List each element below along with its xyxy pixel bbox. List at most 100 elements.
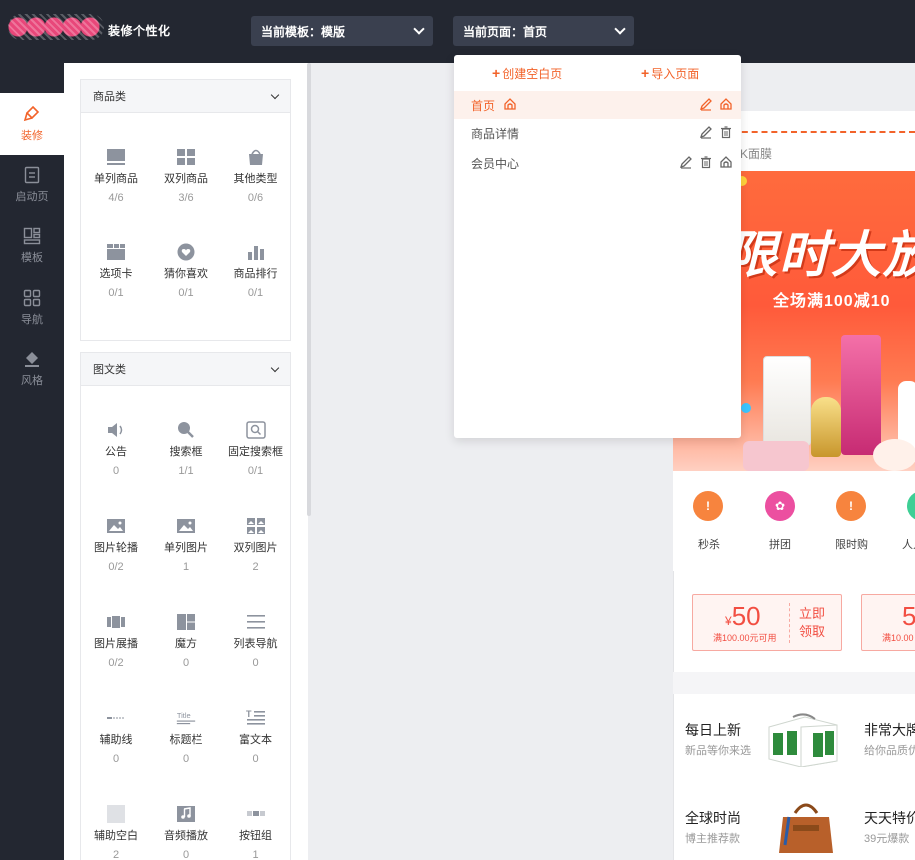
component-count: 0: [182, 753, 190, 765]
component-item[interactable]: 双列商品 3/6: [151, 114, 221, 209]
component-item[interactable]: Title 标题栏 0: [151, 675, 221, 771]
rich-text-icon: T: [246, 709, 266, 727]
group-header[interactable]: 商品类: [81, 80, 290, 113]
component-count: 0: [182, 657, 190, 669]
component-item[interactable]: 辅助空白 2: [81, 771, 151, 860]
nav-item-style[interactable]: 风格: [0, 338, 64, 400]
component-item[interactable]: 图片展播 0/2: [81, 579, 151, 675]
template-dropdown-label: 当前模板：模版: [261, 24, 346, 39]
page-dropdown-label: 当前页面：首页: [463, 24, 548, 39]
feature-subtitle: 给你品质优: [864, 745, 915, 757]
edit-icon[interactable]: [679, 155, 693, 172]
shortcut-label: 拼团: [769, 539, 791, 551]
svg-text:Title: Title: [177, 711, 191, 720]
preview-search-hint[interactable]: K面膜: [740, 145, 772, 162]
nav-item-launch[interactable]: 启动页: [0, 154, 64, 216]
component-item[interactable]: 商品排行 0/1: [221, 209, 290, 304]
carousel-icon: [106, 517, 126, 535]
component-item[interactable]: 辅助线 0: [81, 675, 151, 771]
component-item[interactable]: 双列图片 2: [221, 483, 290, 579]
flash-sale-icon[interactable]: !: [693, 491, 723, 521]
set-home-icon[interactable]: [719, 97, 733, 114]
page-row-home[interactable]: 首页: [454, 91, 741, 119]
single-column-goods-icon: [106, 148, 126, 166]
create-blank-page-label: 创建空白页: [502, 67, 563, 81]
feature-subtitle: 39元爆款: [864, 833, 910, 845]
component-label: 单列商品: [94, 173, 138, 185]
edit-icon[interactable]: [699, 97, 713, 114]
blank-icon: [106, 805, 126, 823]
double-column-goods-icon: [176, 148, 196, 166]
everyone-icon[interactable]: [907, 491, 915, 521]
component-item[interactable]: 单列商品 4/6: [81, 114, 151, 209]
site-title: 装修个性化: [108, 24, 171, 38]
component-item[interactable]: 猜你喜欢 0/1: [151, 209, 221, 304]
coupon-card[interactable]: ¥50 满100.00元可用 立即领取: [692, 594, 842, 651]
component-item[interactable]: 列表导航 0: [221, 579, 290, 675]
nav-item-decorate[interactable]: 装修: [0, 93, 64, 155]
feature-title[interactable]: 非常大牌: [864, 720, 915, 740]
component-item[interactable]: 按钮组 1: [221, 771, 290, 860]
feature-title[interactable]: 天天特价: [864, 808, 915, 828]
component-item[interactable]: 选项卡 0/1: [81, 209, 151, 304]
group-header[interactable]: 图文类: [81, 353, 290, 386]
group-buy-icon[interactable]: ✿: [765, 491, 795, 521]
component-count: 2: [112, 849, 120, 860]
product-box-image: [763, 356, 811, 446]
coupon-card[interactable]: 5 满10.00: [861, 594, 915, 651]
graphic-text-group: 图文类 公告 0 搜索框 1/1 固定搜索框 0/1 图片轮播 0/2 单列图片 1 双列图片 2 图片…: [80, 352, 291, 860]
coupon-take-button[interactable]: 立即领取: [797, 605, 827, 641]
component-label: 按钮组: [239, 830, 272, 842]
shortcut-label: 秒杀: [698, 539, 720, 551]
shortcut-label: 限时购: [835, 539, 868, 551]
component-item[interactable]: 图片轮播 0/2: [81, 483, 151, 579]
feature-subtitle: 博主推荐款: [685, 833, 740, 845]
component-item[interactable]: 魔方 0: [151, 579, 221, 675]
component-count: 0/2: [108, 657, 124, 669]
coupon-amount: ¥50: [725, 601, 761, 632]
component-item[interactable]: T 富文本 0: [221, 675, 290, 771]
component-item[interactable]: 固定搜索框 0/1: [221, 387, 290, 483]
search-icon: [176, 421, 196, 439]
component-item[interactable]: 其他类型 0/6: [221, 114, 290, 209]
template-dropdown[interactable]: 当前模板：模版: [251, 16, 433, 46]
component-count: 1/1: [178, 465, 194, 477]
component-item[interactable]: 音频播放 0: [151, 771, 221, 860]
button-group-icon: [246, 805, 266, 823]
import-page-button[interactable]: + 导入页面: [641, 65, 699, 82]
feature-title[interactable]: 每日上新: [685, 720, 741, 740]
coupon-currency: ¥: [725, 614, 732, 628]
component-label: 商品排行: [233, 268, 278, 280]
component-count: 2: [252, 561, 259, 573]
feature-title[interactable]: 全球时尚: [685, 808, 741, 828]
delete-icon[interactable]: [699, 155, 713, 172]
component-count: 0/6: [247, 192, 264, 204]
nav-item-navigation[interactable]: 导航: [0, 277, 64, 339]
component-label: 公告: [105, 446, 127, 458]
feature-subtitle: 新品等你来选: [685, 745, 751, 757]
component-item[interactable]: 单列图片 1: [151, 483, 221, 579]
page-row-detail[interactable]: 商品详情: [454, 119, 741, 147]
limited-buy-icon[interactable]: !: [836, 491, 866, 521]
set-home-icon[interactable]: [719, 155, 733, 172]
component-label: 选项卡: [99, 268, 133, 280]
cube-icon: [176, 613, 196, 631]
component-label: 双列商品: [164, 173, 208, 185]
page-row-member[interactable]: 会员中心: [454, 149, 741, 177]
create-blank-page-button[interactable]: + 创建空白页: [492, 65, 562, 82]
chevron-down-icon: [413, 23, 425, 35]
decor-dot: [741, 403, 751, 413]
music-icon: [176, 805, 196, 823]
fixed-search-icon: [245, 421, 266, 439]
image-showcase-icon: [106, 613, 126, 631]
nav-label: 装修: [21, 130, 43, 142]
title-icon: Title: [176, 709, 196, 727]
nav-item-template[interactable]: 模板: [0, 215, 64, 277]
delete-icon[interactable]: [719, 125, 733, 142]
component-item[interactable]: 公告 0: [81, 387, 151, 483]
component-label: 图片轮播: [94, 542, 138, 554]
component-item[interactable]: 搜索框 1/1: [151, 387, 221, 483]
page-dropdown[interactable]: 当前页面：首页: [453, 16, 634, 46]
banner-title: 限时大放: [727, 227, 915, 283]
edit-icon[interactable]: [699, 125, 713, 142]
